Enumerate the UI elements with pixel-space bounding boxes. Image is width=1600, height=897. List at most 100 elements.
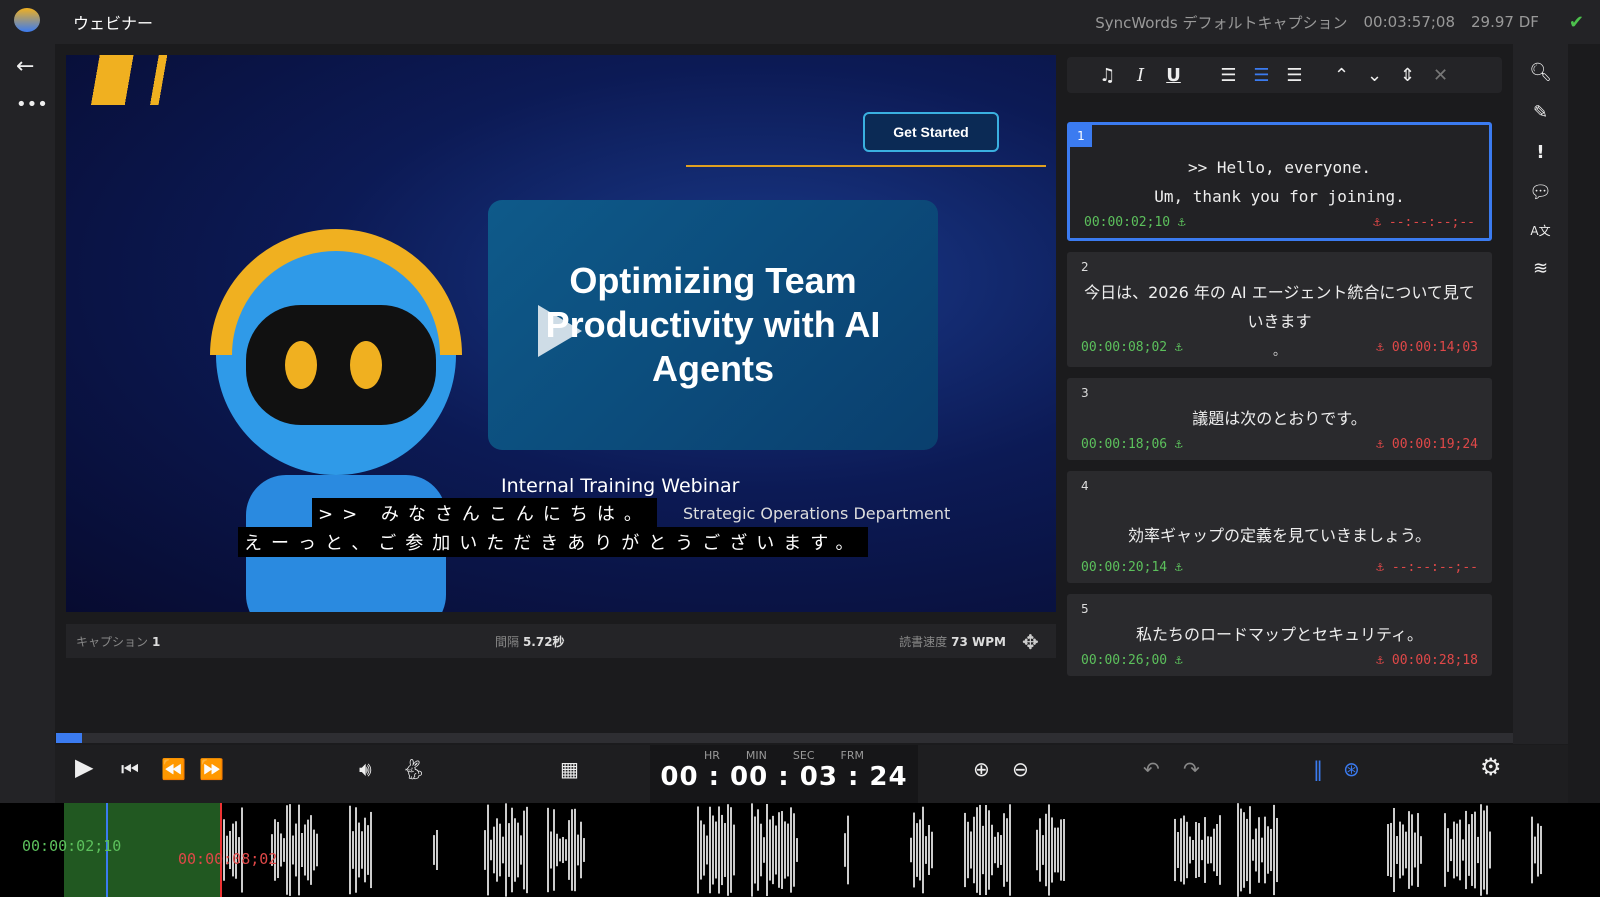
in-time[interactable]: 00:00:08;02 ⚓︎ [1081, 340, 1183, 359]
waveform-bar [922, 806, 924, 894]
music-note-icon[interactable]: ♫ [1091, 65, 1124, 86]
skip-back-icon[interactable]: ⏮ [121, 757, 139, 781]
playback-speed-icon[interactable]: 🐇︎ [401, 757, 426, 781]
waveform-bar [1174, 818, 1176, 882]
translate-icon[interactable]: A文 [1530, 222, 1550, 239]
out-time[interactable]: ⚓︎ --:--:--;-- [1376, 560, 1478, 575]
split-icon[interactable]: ‖ [1313, 757, 1323, 781]
comment-icon[interactable]: 💬︎ [1529, 182, 1552, 203]
out-time[interactable]: ⚓︎ --:--:--;-- [1373, 215, 1475, 230]
align-right-icon[interactable]: ☰ [1278, 65, 1311, 86]
caption-text-line[interactable]: Um, thank you for joining. [1084, 182, 1475, 211]
waveform-bar [289, 804, 291, 896]
timecode-display[interactable]: HR MIN SEC FRM 00 : 00 : 03 : 24 [650, 745, 918, 803]
more-icon[interactable]: ••• [16, 94, 48, 115]
underline-icon[interactable]: U [1157, 65, 1190, 86]
anchor-icon[interactable]: ⚓︎ [1376, 560, 1384, 575]
waveform-bar [1471, 814, 1473, 886]
play-icon[interactable]: ▶ [75, 753, 93, 781]
fast-forward-icon[interactable]: ⏩ [199, 757, 224, 781]
align-center-icon[interactable]: ☰ [1245, 65, 1278, 86]
caption-set-name[interactable]: SyncWords デフォルトキャプション [1095, 12, 1347, 33]
out-time[interactable]: ⚓︎ 00:00:19;24 [1376, 437, 1478, 452]
waveform-settings-icon[interactable]: ≋ [1533, 258, 1548, 279]
brush-icon[interactable]: ✎ [1533, 102, 1548, 123]
caption-text-line[interactable]: 議題は次のとおりです。 [1081, 404, 1478, 433]
in-time[interactable]: 00:00:02;10 ⚓︎ [1084, 215, 1186, 230]
in-time[interactable]: 00:00:18;06 ⚓︎ [1081, 437, 1183, 452]
anchor-icon[interactable]: ⚓︎ [1376, 340, 1384, 355]
anchor-icon[interactable]: ⚓︎ [1175, 560, 1183, 575]
position-top-icon[interactable]: ⌃ [1325, 65, 1358, 86]
progress-fill [56, 733, 83, 743]
position-middle-icon[interactable]: ⇕ [1391, 65, 1424, 86]
undo-icon[interactable]: ↶ [1143, 757, 1160, 781]
waveform-bar [517, 822, 519, 878]
anchor-icon[interactable]: ⚓︎ [1178, 215, 1186, 230]
caption-text-line[interactable]: 今日は、2026 年の AI エージェント統合について見ていきます [1081, 278, 1478, 336]
zoom-out-icon[interactable]: ⊖ [1012, 757, 1029, 781]
align-left-icon[interactable]: ☰ [1212, 65, 1245, 86]
sync-target-icon[interactable]: ⊛ [1343, 757, 1360, 781]
waveform-bar [307, 819, 309, 881]
waveform-bar [1387, 824, 1389, 876]
italic-icon[interactable]: I [1124, 65, 1157, 86]
caption-card[interactable]: 4 効率ギャップの定義を見ていきましょう。 00:00:20;14 ⚓︎ ⚓︎ -… [1067, 471, 1492, 583]
out-time[interactable]: ⚓︎ 00:00:28;18 [1376, 653, 1478, 668]
waveform-bar [1054, 827, 1056, 873]
framerate: 29.97 DF [1471, 13, 1539, 31]
check-icon: ✔ [1568, 11, 1584, 33]
rewind-icon[interactable]: ⏪ [161, 757, 186, 781]
caption-text-line[interactable]: 私たちのロードマップとセキュリティ。 [1081, 620, 1478, 649]
waveform-bar [511, 807, 513, 893]
alert-icon[interactable]: ! [1536, 142, 1544, 163]
back-arrow-icon[interactable]: ← [16, 54, 34, 79]
anchor-icon[interactable]: ⚓︎ [1376, 653, 1384, 668]
caption-card[interactable]: 2 今日は、2026 年の AI エージェント統合について見ていきます 00:0… [1067, 252, 1492, 367]
out-time[interactable]: ⚓︎ 00:00:14;03 [1376, 340, 1478, 359]
caption-card[interactable]: 3 議題は次のとおりです。 00:00:18;06 ⚓︎ ⚓︎ 00:00:19;… [1067, 378, 1492, 460]
anchor-icon[interactable]: ⚓︎ [1175, 340, 1183, 355]
waveform[interactable]: 00:00:02;10 00:00:08;02 [0, 803, 1600, 897]
caption-card[interactable]: 1 >> Hello, everyone. Um, thank you for j… [1067, 122, 1492, 241]
caption-text-line[interactable]: 効率ギャップの定義を見ていきましょう。 [1081, 521, 1478, 550]
caption-card[interactable]: 5 私たちのロードマップとセキュリティ。 00:00:26;00 ⚓︎ ⚓︎ 00… [1067, 594, 1492, 676]
clear-position-icon[interactable]: ✕ [1424, 65, 1457, 86]
caption-text-line[interactable]: >> Hello, everyone. [1084, 153, 1475, 182]
waveform-bar [1189, 836, 1191, 864]
decor-line [686, 165, 1046, 167]
app-logo[interactable] [14, 8, 40, 32]
waveform-bar [781, 811, 783, 889]
waveform-bar [1408, 811, 1410, 889]
anchor-icon[interactable]: ⚓︎ [1175, 437, 1183, 452]
waveform-bar [283, 838, 285, 862]
move-icon[interactable]: ✥ [1022, 630, 1039, 654]
video-player[interactable]: Optimizing Team Productivity with AI Age… [66, 55, 1056, 612]
anchor-icon[interactable]: ⚓︎ [1373, 215, 1381, 230]
waveform-bar [1036, 829, 1038, 871]
waveform-bar [1219, 815, 1221, 885]
zoom-in-icon[interactable]: ⊕ [973, 757, 990, 781]
anchor-icon[interactable]: ⚓︎ [1175, 653, 1183, 668]
waveform-bar [715, 821, 717, 879]
settings-gear-icon[interactable]: ⚙ [1480, 753, 1502, 781]
in-time[interactable]: 00:00:26;00 ⚓︎ [1081, 653, 1183, 668]
waveform-bar [997, 832, 999, 868]
waveform-bar [1417, 813, 1419, 887]
position-bottom-icon[interactable]: ⌄ [1358, 65, 1391, 86]
in-time[interactable]: 00:00:20;14 ⚓︎ [1081, 560, 1183, 575]
department-text: Strategic Operations Department [683, 504, 951, 523]
play-overlay-icon[interactable] [538, 305, 582, 357]
waveform-bar [1045, 813, 1047, 887]
volume-icon[interactable]: 🔊︎ [359, 757, 372, 781]
waveform-bar [760, 823, 762, 877]
search-icon[interactable]: 🔍︎ [1529, 62, 1552, 83]
waveform-bar [484, 830, 486, 870]
grid-icon[interactable]: ▦ [560, 757, 579, 781]
waveform-bar [1465, 810, 1467, 890]
anchor-icon[interactable]: ⚓︎ [1376, 437, 1384, 452]
redo-icon[interactable]: ↷ [1183, 757, 1200, 781]
progress-bar[interactable] [56, 733, 1513, 743]
waveform-bar [1456, 823, 1458, 877]
waveform-bar [1177, 832, 1179, 868]
